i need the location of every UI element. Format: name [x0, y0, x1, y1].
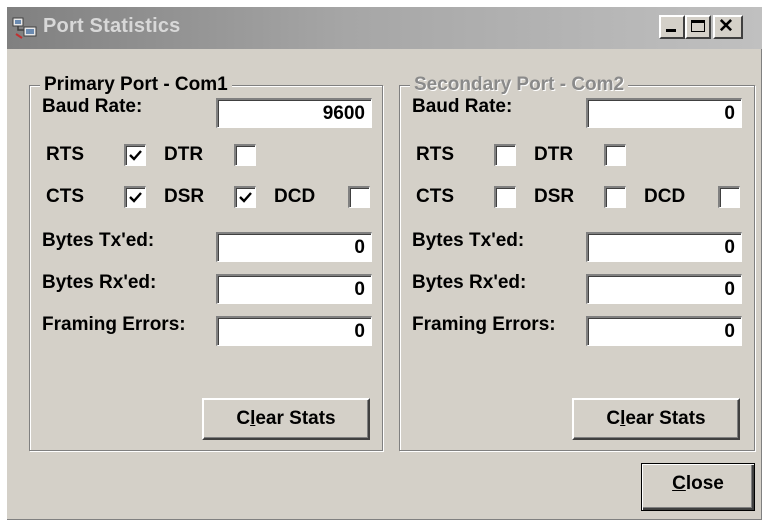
secondary-dtr-checkbox[interactable]: [604, 144, 626, 166]
secondary-cts-label: CTS: [416, 186, 454, 207]
window-title: Port Statistics: [43, 15, 181, 37]
minimize-button[interactable]: [659, 15, 685, 39]
secondary-dcd-checkbox[interactable]: [718, 186, 740, 208]
primary-dsr-label: DSR: [164, 186, 205, 207]
primary-bytes-rx-label: Bytes Rx'ed:: [42, 272, 157, 293]
primary-bytes-rx-field[interactable]: 0: [216, 274, 372, 304]
primary-dcd-checkbox[interactable]: [348, 186, 370, 208]
primary-clear-stats-label-start: C: [236, 408, 251, 429]
port-statistics-app-icon: [12, 16, 38, 40]
port-statistics-window: Port Statistics ✕ Primary Port - Com1 Ba…: [6, 6, 762, 520]
checkmark-icon: [239, 192, 252, 203]
primary-dcd-label: DCD: [274, 186, 316, 207]
primary-dtr-checkbox[interactable]: [234, 144, 256, 166]
secondary-bytes-tx-label: Bytes Tx'ed:: [412, 230, 525, 251]
maximize-icon: [691, 20, 705, 32]
title-bar[interactable]: Port Statistics ✕: [7, 7, 762, 49]
primary-cts-label: CTS: [46, 186, 84, 207]
title-close-button[interactable]: ✕: [713, 15, 743, 39]
primary-cts-checkbox[interactable]: [124, 186, 146, 208]
maximize-button[interactable]: [685, 15, 711, 39]
secondary-port-group-title: Secondary Port - Com2: [410, 74, 629, 96]
checkmark-icon: [129, 150, 142, 161]
secondary-framing-errors-label: Framing Errors:: [412, 314, 556, 335]
primary-port-group: Primary Port - Com1 Baud Rate: 9600 RTS …: [29, 74, 383, 451]
minimize-icon: [666, 29, 676, 32]
secondary-bytes-rx-field[interactable]: 0: [586, 274, 742, 304]
primary-clear-stats-label-end: ear Stats: [255, 408, 336, 429]
close-button-label-rest: lose: [685, 473, 724, 494]
secondary-cts-checkbox[interactable]: [494, 186, 516, 208]
primary-bytes-tx-label: Bytes Tx'ed:: [42, 230, 155, 251]
secondary-clear-stats-label-end: ear Stats: [625, 408, 706, 429]
primary-bytes-tx-field[interactable]: 0: [216, 232, 372, 262]
secondary-baud-rate-label: Baud Rate:: [412, 96, 513, 117]
secondary-port-group: Secondary Port - Com2 Baud Rate: 0 RTS D…: [399, 74, 755, 451]
secondary-dsr-label: DSR: [534, 186, 575, 207]
secondary-rts-label: RTS: [416, 144, 454, 165]
secondary-framing-errors-field[interactable]: 0: [586, 316, 742, 346]
secondary-dcd-label: DCD: [644, 186, 686, 207]
secondary-bytes-rx-label: Bytes Rx'ed:: [412, 272, 527, 293]
primary-rts-label: RTS: [46, 144, 84, 165]
secondary-dtr-label: DTR: [534, 144, 574, 165]
primary-port-group-title: Primary Port - Com1: [40, 74, 232, 96]
primary-dtr-label: DTR: [164, 144, 204, 165]
secondary-bytes-tx-field[interactable]: 0: [586, 232, 742, 262]
primary-rts-checkbox[interactable]: [124, 144, 146, 166]
primary-framing-errors-label: Framing Errors:: [42, 314, 186, 335]
primary-baud-rate-label: Baud Rate:: [42, 96, 143, 117]
close-icon: ✕: [718, 16, 734, 37]
secondary-clear-stats-label-start: C: [606, 408, 621, 429]
primary-clear-stats-button[interactable]: Clear Stats: [202, 398, 370, 440]
primary-dsr-checkbox[interactable]: [234, 186, 256, 208]
primary-framing-errors-field[interactable]: 0: [216, 316, 372, 346]
secondary-dsr-checkbox[interactable]: [604, 186, 626, 208]
secondary-rts-checkbox[interactable]: [494, 144, 516, 166]
secondary-clear-stats-button[interactable]: Clear Stats: [572, 398, 740, 440]
secondary-baud-rate-field[interactable]: 0: [586, 98, 742, 128]
close-button-accel: C: [672, 473, 686, 494]
checkmark-icon: [129, 192, 142, 203]
close-button[interactable]: Close: [641, 463, 755, 511]
primary-baud-rate-field[interactable]: 9600: [216, 98, 372, 128]
